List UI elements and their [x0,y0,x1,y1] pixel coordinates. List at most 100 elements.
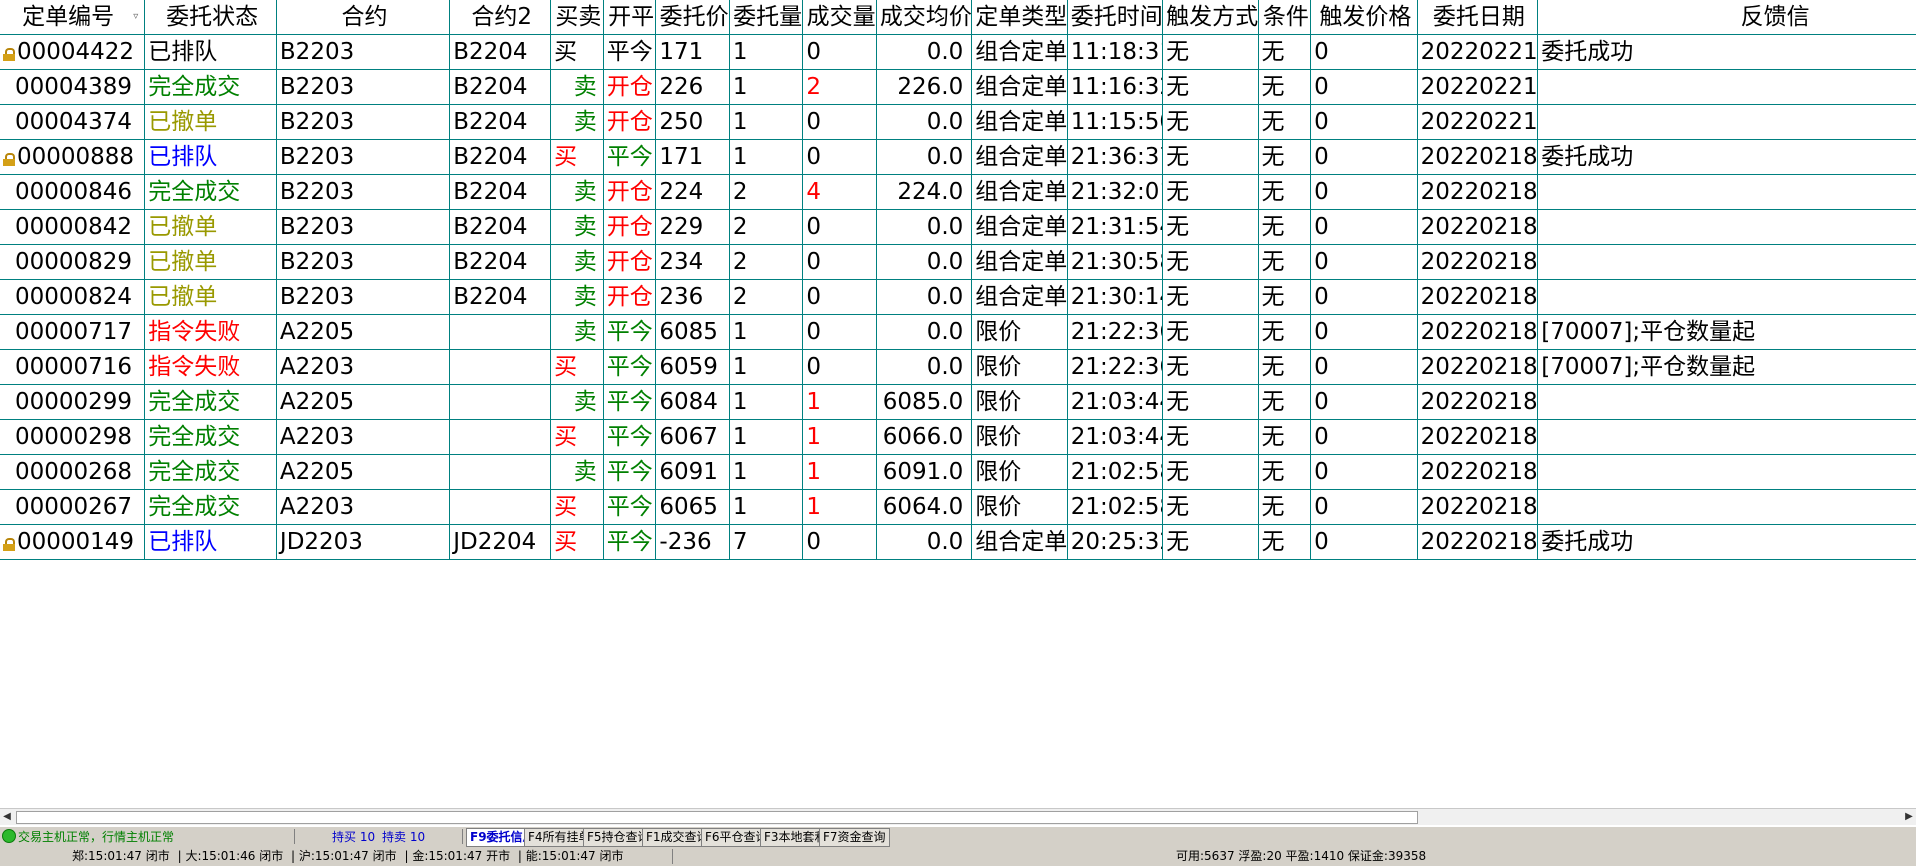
column-header[interactable]: 条件 [1258,0,1312,35]
cell-id: 00000846 [0,174,146,210]
cell-text: B2203 [279,284,355,310]
column-header[interactable]: 触发价格 [1310,0,1418,35]
column-header[interactable]: 委托量 [729,0,804,35]
cell-text: 无 [1166,494,1190,520]
cell-text: 236 [659,284,704,310]
cell-status: 已排队 [144,139,277,175]
cell-fb [1537,174,1916,210]
scrollbar-thumb[interactable] [16,811,1418,824]
cell-text: A2205 [279,319,355,345]
cell-c1: B2203 [276,139,451,175]
cell-text: 卖 [573,459,597,485]
table-row[interactable]: 00004389 完全成交 B2203 B2204 卖开仓 226 1 2 226.0 组合定单 1… [0,69,1916,105]
cell-oc: 开仓 [603,69,657,105]
cell-text: 6066.0 [882,424,964,450]
cell-c1: B2203 [276,209,451,245]
orders-body: 00004422 已排队 B2203 B2204 买平今 171 1 0 0.0 组合定单 11:1… [0,34,1916,560]
market-time: 郑:15:01:47 闭市 [72,849,170,863]
cell-price: -236 [655,524,730,560]
cell-text: 2 [732,249,748,275]
column-header[interactable]: 合约2 [449,0,552,35]
cell-text: 开仓 [606,284,653,310]
cell-text: 21:22:36 [1070,354,1162,380]
cell-text: 平今 [606,144,653,170]
column-header[interactable]: 开平 [603,0,657,35]
table-row[interactable]: 00000846 完全成交 B2203 B2204 卖开仓 224 2 4 224.0 组合定单 2… [0,174,1916,210]
cell-text: 00000846 [15,179,133,205]
cell-text: B2203 [279,249,355,275]
column-header[interactable]: 定单编号 ▿ [0,0,146,35]
column-header[interactable]: 合约 [276,0,451,35]
cell-price: 229 [655,209,730,245]
cell-c1: A2205 [276,384,451,420]
cell-cond: 无 [1258,314,1312,350]
table-row[interactable]: 00000824 已撤单 B2203 B2204 卖开仓 236 2 0 0.0 组合定单 21:3… [0,279,1916,315]
cell-bs: 卖 [550,174,604,210]
cell-qty: 2 [729,209,804,245]
cell-tp: 0 [1310,384,1418,420]
cell-c2: B2204 [449,209,552,245]
cell-qty: 1 [729,419,804,455]
cell-trig: 无 [1162,384,1259,420]
cell-c1: A2203 [276,419,451,455]
column-header[interactable]: 反馈信 [1537,0,1916,35]
table-row[interactable]: 00000717指令失败A2205卖平今6085100.0限价21:22:36无… [0,314,1916,350]
column-header[interactable]: 委托价 [655,0,730,35]
column-header[interactable]: 委托状态 [144,0,277,35]
cell-status: 完全成交 [144,384,277,420]
cell-fb [1537,104,1916,140]
hold-buy: 持买 10 [332,830,376,844]
cell-text: B2204 [453,74,528,100]
cell-text: 6091 [659,459,718,485]
cell-text: JD2204 [453,529,537,555]
cell-c2 [449,454,552,490]
cell-text: 234 [659,249,704,275]
column-header[interactable]: 委托日期 [1417,0,1539,35]
table-row[interactable]: 00000716指令失败A2203买平今6059100.0限价21:22:36无… [0,349,1916,385]
cell-text: 无 [1166,74,1190,100]
table-row[interactable]: 00000299 完全成交 A2205 卖平今 6084 1 1 6085.0 限价 21:03:… [0,384,1916,420]
table-row[interactable]: 00004374 已撤单 B2203 B2204 卖开仓 250 1 0 0.0 组合定单 11:1… [0,104,1916,140]
table-row[interactable]: 00000298 完全成交 A2203 买 平今 6067 1 1 6066.0 限价 21:03:… [0,419,1916,455]
cell-text: 完全成交 [148,424,241,450]
scroll-right-icon[interactable]: ▶ [1902,809,1916,825]
table-row[interactable]: 00004422 已排队 B2203 B2204 买 平今 171 1 0 0.0 组合定单 11:1… [0,34,1916,70]
cell-text: 无 [1261,109,1285,135]
column-header[interactable]: 成交均价 [876,0,973,35]
table-row[interactable]: 00000267 完全成交 A2203 买 平今 6065 1 1 6064.0 限价 21:02:… [0,489,1916,525]
cell-text: 21:31:54 [1070,214,1162,240]
column-header[interactable]: 定单类型 [971,0,1068,35]
cell-price: 226 [655,69,730,105]
column-header[interactable]: 成交量 [802,0,877,35]
column-header[interactable]: 买卖 [550,0,604,35]
cell-c1: B2203 [276,244,451,280]
cell-text: 0 [806,529,821,555]
orders-grid[interactable]: 定单编号 ▿ 委托状态 合约 合约2 买卖 开平 委托价 委托量 成交量 成交均价 定单类型 委托时间触… [0,0,1916,806]
cell-text: 171 [659,144,704,170]
scroll-left-icon[interactable]: ◀ [0,809,14,825]
cell-text: 20220218 [1420,389,1538,415]
table-row[interactable]: 00000268 完全成交 A2205 卖平今 6091 1 1 6091.0 限价 21:02:… [0,454,1916,490]
cell-text: 20220218 [1420,249,1538,275]
cell-text: 无 [1166,424,1190,450]
table-row[interactable]: 00000888 已排队 B2203 B2204 买 平今 171 1 0 0.0 组合定单 21:3… [0,139,1916,175]
cell-text: 20220218 [1420,424,1538,450]
table-row[interactable]: 00000829 已撤单 B2203 B2204 卖开仓 234 2 0 0.0 组合定单 21:3… [0,244,1916,280]
cell-text: 20220218 [1420,459,1538,485]
cell-cond: 无 [1258,139,1312,175]
table-row[interactable]: 00000149 已排队 JD2203 JD2204 买平今 -236 7 0 0.0 组合定单 2… [0,524,1916,560]
cell-text: 已撤单 [148,214,218,240]
tab-6[interactable]: F7资金查询 [819,828,890,847]
cell-text: 卖 [573,284,597,310]
horizontal-scrollbar[interactable]: ◀ ▶ [0,808,1916,825]
column-header[interactable]: 触发方式 [1162,0,1259,35]
cell-c2: B2204 [449,69,552,105]
cell-c2 [449,489,552,525]
cell-c2: B2204 [449,174,552,210]
cell-text: 无 [1261,74,1285,100]
cell-text: 0 [1314,109,1329,135]
cell-text: 无 [1261,249,1285,275]
column-header[interactable]: 委托时间 [1067,0,1164,35]
table-row[interactable]: 00000842 已撤单 B2203 B2204 卖开仓 229 2 0 0.0 组合定单 21:3… [0,209,1916,245]
cell-text: 1 [806,459,821,485]
